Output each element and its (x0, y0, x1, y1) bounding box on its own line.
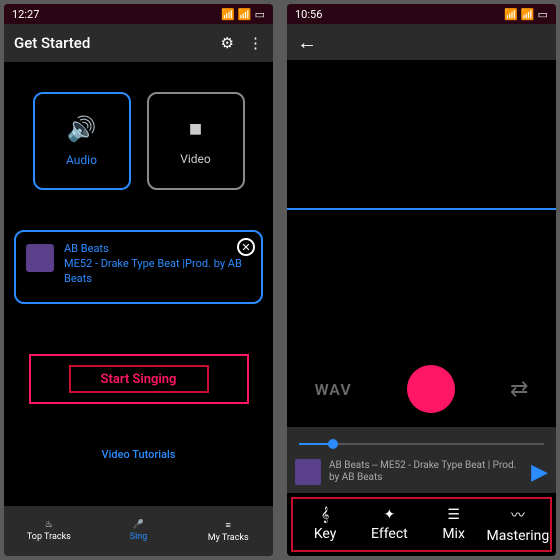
flame-icon: ♨ (45, 520, 53, 530)
waveform-line (287, 208, 556, 210)
playback-area: AB Beats -- ME52 - Drake Type Beat | Pro… (287, 427, 556, 493)
seek-bar[interactable] (299, 443, 544, 445)
app-bar: Get Started ⚙ ⋮ (4, 24, 273, 62)
mic-icon: 🎤 (133, 520, 144, 530)
format-label[interactable]: WAV (315, 380, 352, 399)
wifi-icon: 📶 (521, 8, 535, 21)
tool-key[interactable]: 𝄞 Key (293, 499, 357, 550)
bottom-nav: ♨ Top Tracks 🎤 Sing ≡ My Tracks (4, 506, 273, 556)
treble-clef-icon: 𝄞 (321, 507, 329, 523)
waveform-icon: 〰 (511, 505, 525, 525)
seek-thumb[interactable] (328, 439, 338, 449)
status-time: 12:27 (12, 8, 39, 21)
more-icon[interactable]: ⋮ (248, 34, 263, 52)
nav-sing[interactable]: 🎤 Sing (94, 506, 184, 556)
now-playing-title: AB Beats -- ME52 - Drake Type Beat | Pro… (329, 460, 523, 485)
track-info: AB Beats ME52 - Drake Type Beat |Prod. b… (64, 242, 251, 287)
track-title: ME52 - Drake Type Beat |Prod. by AB Beat… (64, 257, 251, 287)
track-artist: AB Beats (64, 242, 251, 257)
tool-effect[interactable]: ✦ Effect (357, 499, 421, 550)
now-playing-thumbnail (295, 459, 321, 485)
app-bar: ← (287, 24, 556, 60)
status-icons: 📶 📶 ▭ (221, 8, 265, 21)
sliders-icon: ☰ (447, 507, 460, 523)
nav-my-tracks[interactable]: ≡ My Tracks (183, 506, 273, 556)
status-bar: 10:56 📶 📶 ▭ (287, 4, 556, 24)
status-bar: 12:27 📶 📶 ▭ (4, 4, 273, 24)
close-icon[interactable]: ✕ (237, 238, 255, 256)
screen-get-started: 12:27 📶 📶 ▭ Get Started ⚙ ⋮ 🔊 Audio ■ Vi… (4, 4, 273, 556)
wifi-icon: 📶 (238, 8, 252, 21)
mode-video-label: Video (180, 152, 211, 166)
play-icon[interactable]: ▶ (531, 460, 548, 485)
screen-recorder: 10:56 📶 📶 ▭ ← WAV ⇄ AB Beats -- ME52 - D… (287, 4, 556, 556)
mode-audio-card[interactable]: 🔊 Audio (33, 92, 131, 190)
record-button[interactable] (407, 365, 455, 413)
start-singing-inner: Start Singing (69, 365, 209, 393)
settings-icon[interactable]: ⚙ (221, 34, 234, 52)
signal-icon: 📶 (504, 8, 518, 21)
page-title: Get Started (14, 34, 90, 52)
track-thumbnail (26, 244, 54, 272)
sparkle-icon: ✦ (384, 507, 396, 523)
battery-icon: ▭ (538, 8, 548, 21)
recorder-content: WAV ⇄ AB Beats -- ME52 - Drake Type Beat… (287, 60, 556, 556)
status-time: 10:56 (295, 8, 322, 21)
back-icon[interactable]: ← (297, 30, 317, 55)
speaker-icon: 🔊 (67, 115, 97, 143)
nav-top-tracks[interactable]: ♨ Top Tracks (4, 506, 94, 556)
camera-icon: ■ (189, 116, 202, 142)
start-singing-label: Start Singing (101, 372, 177, 387)
waveform-area (287, 60, 556, 355)
selected-track-card[interactable]: AB Beats ME52 - Drake Type Beat |Prod. b… (14, 230, 263, 304)
tool-mix[interactable]: ☰ Mix (422, 499, 486, 550)
mode-video-card[interactable]: ■ Video (147, 92, 245, 190)
now-playing-row: AB Beats -- ME52 - Drake Type Beat | Pro… (295, 457, 548, 487)
signal-icon: 📶 (221, 8, 235, 21)
tool-mastering[interactable]: 〰 Mastering (486, 499, 550, 550)
toolbar: 𝄞 Key ✦ Effect ☰ Mix 〰 Mastering (291, 497, 552, 552)
start-singing-button[interactable]: Start Singing (29, 354, 249, 404)
content-area: 🔊 Audio ■ Video AB Beats ME52 - Drake Ty… (4, 62, 273, 506)
video-tutorials-link[interactable]: Video Tutorials (14, 448, 263, 461)
record-controls: WAV ⇄ (287, 355, 556, 427)
status-icons: 📶 📶 ▭ (504, 8, 548, 21)
mode-audio-label: Audio (66, 153, 97, 167)
battery-icon: ▭ (255, 8, 265, 21)
swap-icon[interactable]: ⇄ (510, 377, 528, 402)
list-icon: ≡ (226, 520, 231, 531)
